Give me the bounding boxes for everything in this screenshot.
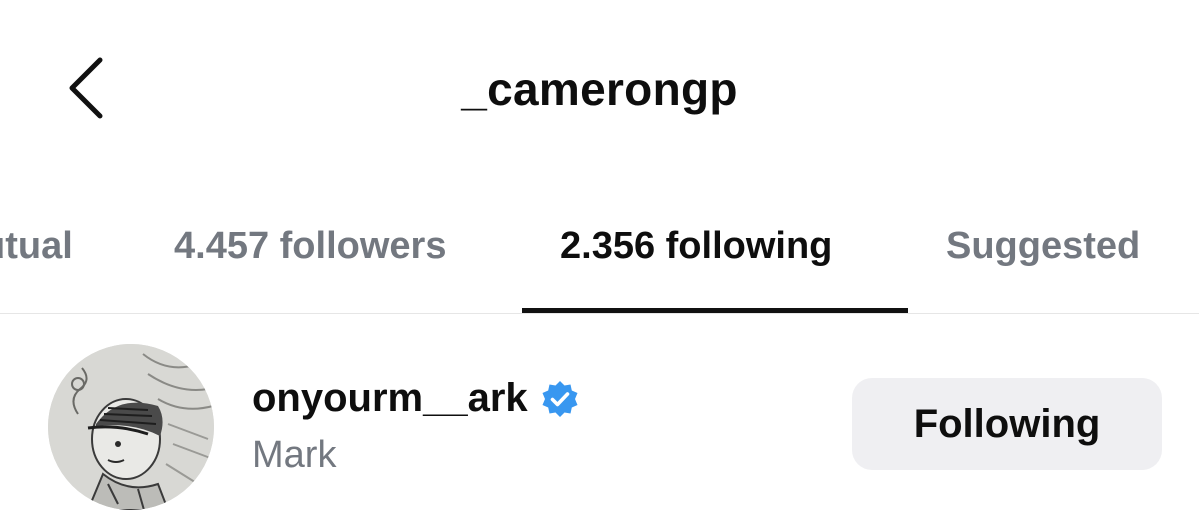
list-item[interactable]: onyourm__ark Mark Following [0, 330, 1199, 520]
active-tab-indicator [522, 308, 908, 313]
tab-followers[interactable]: 4.457 followers [174, 225, 446, 268]
avatar[interactable] [48, 344, 214, 510]
avatar-sketch-image [48, 344, 214, 510]
full-name: Mark [252, 434, 337, 476]
following-button[interactable]: Following [852, 378, 1162, 470]
tab-mutual[interactable]: utual [0, 225, 73, 268]
username-link[interactable]: onyourm__ark [252, 376, 580, 421]
top-bar: _camerongp [0, 0, 1199, 180]
verified-badge-icon [542, 380, 578, 417]
username: onyourm__ark [252, 376, 528, 420]
tab-following[interactable]: 2.356 following [560, 225, 832, 268]
tab-suggested[interactable]: Suggested [946, 225, 1140, 268]
page-title: _camerongp [461, 63, 738, 115]
tab-bar: utual 4.457 followers 2.356 following Su… [0, 195, 1199, 314]
